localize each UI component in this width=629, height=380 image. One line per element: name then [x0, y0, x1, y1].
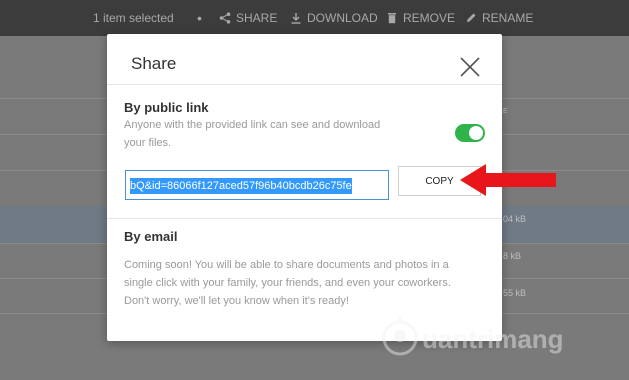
dialog-divider	[107, 84, 502, 85]
close-icon[interactable]	[459, 56, 481, 78]
public-link-description-line2: your files.	[124, 137, 172, 149]
remove-label: REMOVE	[403, 11, 456, 25]
section-divider	[107, 218, 502, 219]
share-icon	[219, 12, 231, 24]
file-size: 04 kB	[503, 214, 527, 224]
file-size: 8 kB	[503, 251, 522, 261]
toolbar-separator: •	[197, 10, 202, 26]
email-description-line2: single click with your family, your frie…	[124, 277, 451, 289]
file-size: 55 kB	[503, 288, 527, 298]
watermark-logo-icon: uantrimang	[382, 316, 564, 356]
toolbar: 1 item selected • SHARE DOWNLOAD REMOVE …	[0, 0, 629, 36]
svg-text:uantrimang: uantrimang	[422, 324, 564, 354]
pencil-icon	[467, 13, 476, 22]
public-link-value: bQ&id=86066f127aced57f96b40bcdb26c75fe	[130, 178, 352, 194]
public-link-heading: By public link	[124, 100, 209, 115]
email-description-line1: Coming soon! You will be able to share d…	[124, 259, 449, 271]
share-dialog: Share By public link Anyone with the pro…	[107, 34, 502, 341]
download-icon	[291, 13, 301, 24]
email-description-line3: Don't worry, we'll let you know when it'…	[124, 295, 349, 307]
rename-label: RENAME	[482, 11, 534, 25]
public-link-input[interactable]: bQ&id=86066f127aced57f96b40bcdb26c75fe	[125, 170, 389, 200]
download-button[interactable]: DOWNLOAD	[290, 0, 378, 36]
public-link-toggle[interactable]	[455, 124, 485, 142]
selection-count: 1 item selected	[93, 11, 174, 25]
remove-button[interactable]: REMOVE	[386, 0, 455, 36]
column-header-partial: E	[503, 108, 508, 115]
share-label: SHARE	[236, 11, 278, 25]
share-button[interactable]: SHARE	[219, 0, 277, 36]
download-label: DOWNLOAD	[307, 11, 378, 25]
annotation-arrow-icon	[460, 164, 556, 196]
toggle-knob	[469, 126, 483, 140]
trash-icon	[388, 13, 396, 24]
dialog-title: Share	[131, 54, 177, 73]
public-link-description-line1: Anyone with the provided link can see an…	[124, 119, 381, 131]
email-heading: By email	[124, 229, 178, 244]
rename-button[interactable]: RENAME	[465, 0, 533, 36]
